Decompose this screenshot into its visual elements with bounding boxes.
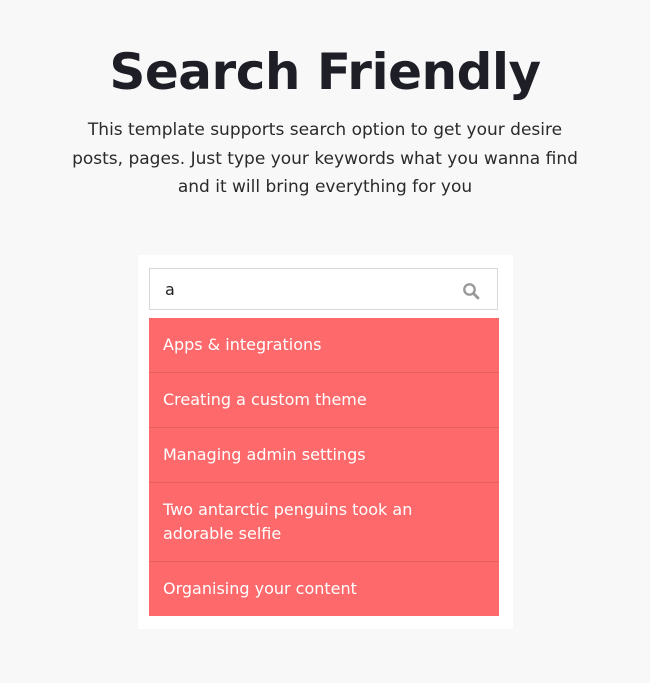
search-result-item[interactable]: Managing admin settings <box>149 428 499 483</box>
search-result-item[interactable]: Apps & integrations <box>149 318 499 373</box>
search-card: Apps & integrations Creating a custom th… <box>138 255 513 629</box>
search-result-item[interactable]: Creating a custom theme <box>149 373 499 428</box>
search-icon[interactable] <box>462 282 480 300</box>
search-box <box>149 268 498 310</box>
search-input[interactable] <box>150 269 450 309</box>
search-results-list: Apps & integrations Creating a custom th… <box>149 318 499 616</box>
page-title: Search Friendly <box>109 43 541 101</box>
search-result-item[interactable]: Two antarctic penguins took an adorable … <box>149 483 499 562</box>
search-result-item[interactable]: Organising your content <box>149 562 499 616</box>
page-description: This template supports search option to … <box>72 120 578 197</box>
